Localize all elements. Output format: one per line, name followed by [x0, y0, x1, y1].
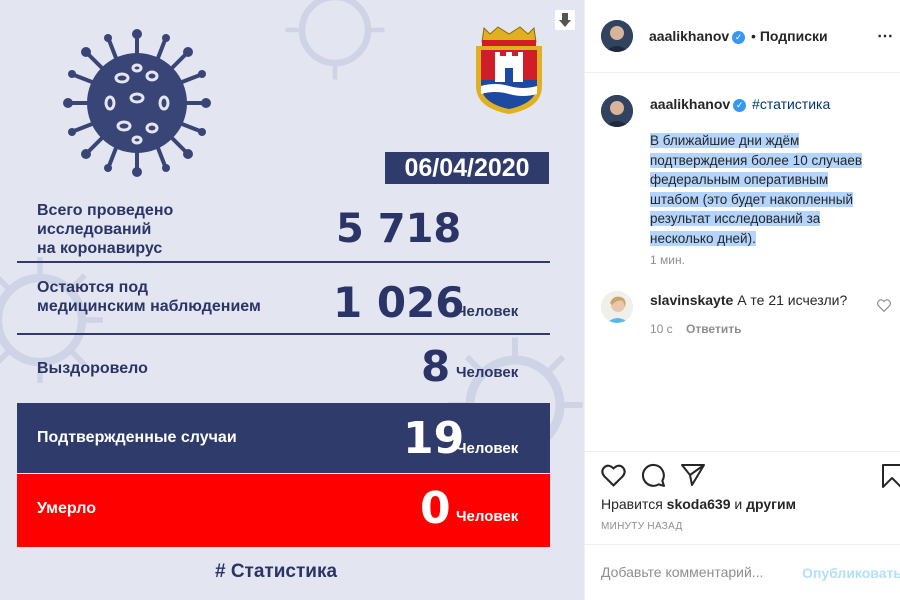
likes-joiner: и	[734, 496, 743, 512]
commenter-avatar[interactable]	[601, 291, 633, 323]
comment-time[interactable]: 10 с	[650, 322, 673, 336]
post-time[interactable]: МИНУТУ НАЗАД	[601, 521, 683, 532]
stat-total-tests-label: Всего проведено исследований на коронави…	[37, 201, 173, 258]
following-button[interactable]: Подписки	[760, 28, 828, 44]
caption-text: В ближайшие дни ждём подтверждения более…	[650, 131, 880, 249]
label-line: на коронавирус	[37, 240, 163, 257]
kaliningrad-coat-of-arms	[476, 26, 542, 114]
more-options-icon[interactable]: ⋯	[877, 26, 894, 46]
bookmark-icon[interactable]	[881, 464, 900, 488]
label-line: Всего проведено	[37, 202, 174, 219]
likes-line: Нравится skoda639 и другим	[601, 496, 796, 512]
stat-unit: Человек	[456, 364, 519, 381]
background-virus-icon	[285, 0, 385, 80]
download-icon	[559, 13, 571, 27]
verified-badge-icon: ✓	[733, 99, 747, 112]
post-header: aaalikhanov ✓ • Подписки ⋯	[585, 0, 900, 73]
deaths-band: Умерло 0 Человек	[17, 474, 550, 547]
report-date: 06/04/2020	[385, 152, 549, 184]
reply-button[interactable]: Ответить	[686, 322, 741, 336]
caption-hashtag-link[interactable]: #статистика	[752, 96, 830, 112]
add-comment-input[interactable]	[601, 564, 781, 580]
comment-icon[interactable]	[641, 463, 666, 488]
deaths-value: 0	[420, 483, 451, 534]
stat-total-tests-value: 5 718	[336, 206, 462, 252]
label-line: медицинским наблюдением	[37, 298, 261, 315]
heart-icon[interactable]	[601, 464, 626, 487]
username-link[interactable]: aaalikhanov	[649, 28, 729, 44]
post-image[interactable]: 06/04/2020 Всего проведено исследований …	[0, 0, 584, 600]
caption-line: штабом (это будет накопленный	[650, 191, 854, 207]
deaths-label: Умерло	[37, 500, 96, 517]
label-line: Остаются под	[37, 279, 149, 296]
stat-recovered-label: Выздоровело	[37, 360, 148, 377]
label-line: исследований	[37, 221, 152, 238]
share-icon[interactable]	[681, 464, 705, 486]
likes-others-link[interactable]: другим	[746, 496, 796, 512]
caption-line: В ближайшие дни ждём	[650, 133, 800, 148]
stat-unit: Человек	[456, 303, 519, 320]
divider	[17, 333, 550, 335]
caption-line: федеральным оперативным	[650, 172, 829, 188]
deaths-unit: Человек	[456, 508, 519, 525]
caption-username-link[interactable]: aaalikhanov	[650, 96, 730, 112]
caption-avatar[interactable]	[601, 95, 633, 127]
stat-under-observation-value: 1 026	[333, 278, 465, 327]
separator-dot: •	[751, 28, 756, 44]
commenter-username-link[interactable]: slavinskayte	[650, 292, 733, 308]
stat-under-observation-label: Остаются под медицинским наблюдением	[37, 278, 261, 316]
confirmed-cases-label: Подтвержденные случаи	[37, 429, 237, 446]
avatar-image	[601, 291, 633, 323]
download-button[interactable]	[555, 10, 575, 30]
add-comment-row: Опубликовать	[585, 546, 900, 600]
likes-prefix: Нравится	[601, 496, 663, 512]
avatar[interactable]	[601, 20, 633, 52]
comment-text: А те 21 исчезли?	[737, 292, 848, 308]
avatar-image	[601, 20, 633, 52]
footer-hashtag: # Статистика	[214, 561, 338, 582]
comment-body: slavinskayte А те 21 исчезли?	[650, 292, 847, 308]
action-bar: Нравится skoda639 и другим МИНУТУ НАЗАД	[585, 451, 900, 545]
post-sidebar: aaalikhanov ✓ • Подписки ⋯ aaalikhanov ✓ #…	[584, 0, 900, 600]
confirmed-cases-band: Подтвержденные случаи 19 Человек	[17, 403, 550, 473]
header-user: aaalikhanov ✓ • Подписки	[649, 28, 828, 44]
caption-line: несколько дней).	[650, 230, 756, 246]
comment-like-heart-icon[interactable]	[877, 299, 891, 312]
avatar-image	[601, 95, 633, 127]
caption-time[interactable]: 1 мин.	[650, 253, 685, 267]
caption-header: aaalikhanov ✓ #статистика	[650, 96, 830, 112]
instagram-post-view: 06/04/2020 Всего проведено исследований …	[0, 0, 900, 600]
divider	[17, 261, 550, 263]
verified-badge-icon: ✓	[732, 31, 746, 44]
publish-button[interactable]: Опубликовать	[802, 565, 900, 581]
virus-icon	[63, 29, 211, 177]
likes-user-link[interactable]: skoda639	[667, 496, 731, 512]
caption-line: результат исследований за	[650, 211, 821, 227]
caption-line: подтверждения более 10 случаев	[650, 152, 863, 168]
stat-recovered-value: 8	[421, 342, 451, 391]
confirmed-cases-unit: Человек	[456, 440, 519, 457]
